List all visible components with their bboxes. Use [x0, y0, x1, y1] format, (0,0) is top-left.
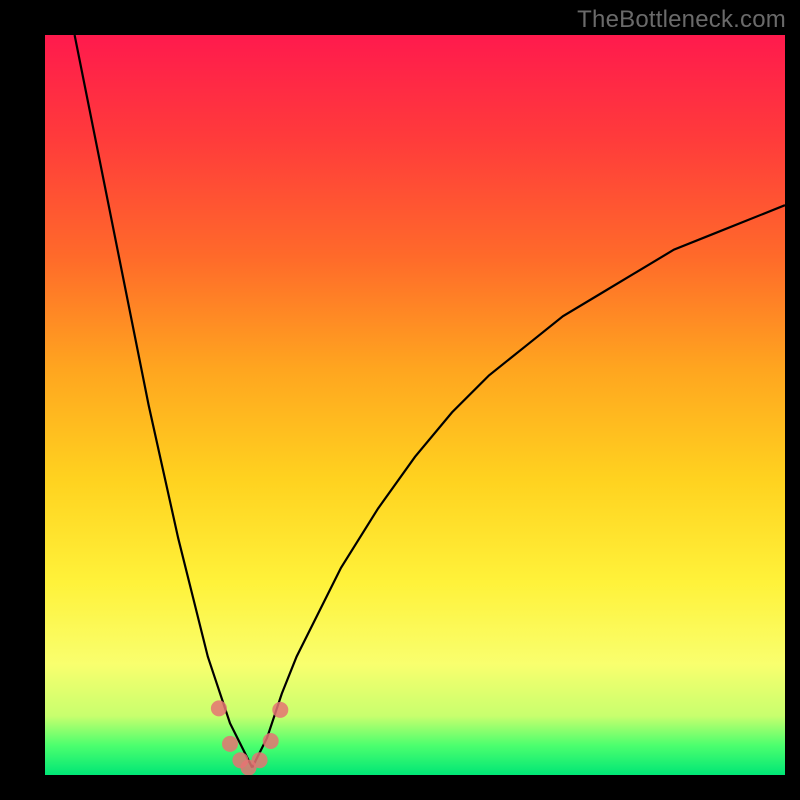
trough-marker	[222, 736, 238, 752]
trough-marker	[263, 733, 279, 749]
trough-marker	[252, 752, 268, 768]
plot-area	[45, 35, 785, 775]
curve-left-branch	[75, 35, 253, 768]
bottleneck-curve-svg	[45, 35, 785, 775]
trough-markers	[211, 700, 288, 775]
chart-frame: TheBottleneck.com	[0, 0, 800, 800]
trough-marker	[211, 700, 227, 716]
curve-right-branch	[252, 205, 785, 767]
watermark-text: TheBottleneck.com	[577, 6, 786, 34]
trough-marker	[272, 702, 288, 718]
